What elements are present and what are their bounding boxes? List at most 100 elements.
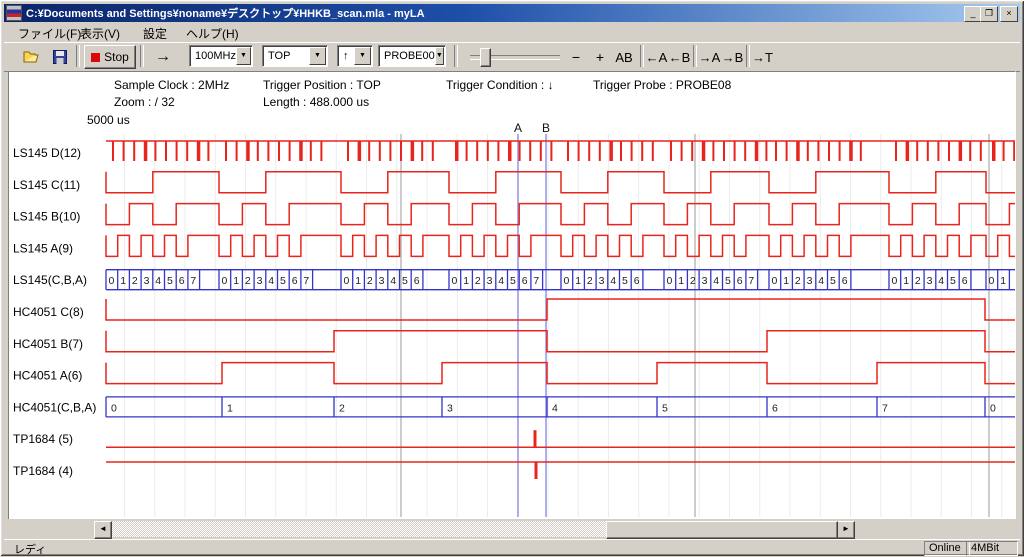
channel-label-9: TP1684 (5) <box>13 432 73 446</box>
bus-value: 3 <box>807 275 813 287</box>
strobe-tick <box>540 141 542 161</box>
waveform-trace-7 <box>106 363 1015 384</box>
bus-value: 4 <box>268 275 274 287</box>
strobe-tick <box>455 141 459 161</box>
strobe-tick <box>980 141 982 161</box>
bus-value: 0 <box>344 275 350 287</box>
bus-value: 5 <box>167 275 173 287</box>
waveform-display[interactable]: LS145 D(12)LS145 C(11)LS145 B(10)LS145 A… <box>9 114 1015 520</box>
strobe-tick <box>712 141 714 161</box>
strobe-tick <box>937 141 939 161</box>
strobe-tick <box>1003 141 1005 161</box>
strobe-tick <box>588 141 590 161</box>
bus-value: 1 <box>227 402 233 414</box>
bus-value: 0 <box>990 402 996 414</box>
bus-value: 3 <box>702 275 708 287</box>
bus-value: 2 <box>132 275 138 287</box>
horizontal-scrollbar[interactable]: ◄ ► <box>94 521 854 537</box>
dropdown-arrow-icon[interactable]: ▼ <box>309 47 326 65</box>
zoom-info: Zoom : / 32 <box>114 95 175 109</box>
bus-value: 7 <box>533 275 539 287</box>
trigger-probe-combo[interactable]: PROBE00 ▼ <box>378 45 446 67</box>
maximize-button[interactable]: ❐ <box>980 6 998 22</box>
menu-item-3[interactable]: ヘルプ(H) <box>182 24 243 43</box>
goto-trigger-button[interactable]: →T <box>750 45 775 69</box>
waveform-trace-3 <box>106 235 1015 256</box>
bus-value: 0 <box>989 275 995 287</box>
menu-item-2[interactable]: 設定 <box>139 24 171 43</box>
single-run-button[interactable]: → <box>148 45 178 69</box>
channel-label-3: LS145 A(9) <box>13 241 73 255</box>
strobe-tick <box>347 141 349 161</box>
sample-clock-combo[interactable]: 100MHz ▼ <box>189 45 253 67</box>
length-info: Length : 488.000 us <box>263 95 369 109</box>
strobe-tick <box>652 141 654 161</box>
strobe-tick <box>550 141 552 161</box>
strobe-tick <box>197 141 201 161</box>
bus-value: 2 <box>690 275 696 287</box>
dropdown-arrow-icon[interactable]: ▼ <box>236 47 251 65</box>
menu-item-0[interactable]: ファイル(F) <box>14 24 85 43</box>
strobe-tick <box>786 141 788 161</box>
set-a-cursor-button[interactable]: ←A <box>644 45 669 69</box>
bus-value: 2 <box>339 402 345 414</box>
bus-value: 3 <box>599 275 605 287</box>
strobe-tick <box>578 141 580 161</box>
save-file-button[interactable] <box>46 45 74 69</box>
dropdown-arrow-icon[interactable]: ▼ <box>435 47 444 65</box>
bus-value: 5 <box>402 275 408 287</box>
strobe-tick <box>487 141 489 161</box>
title-bar[interactable]: C:¥Documents and Settings¥noname¥デスクトップ¥… <box>4 4 1020 22</box>
goto-b-cursor-button[interactable]: →B <box>720 45 745 69</box>
strobe-tick <box>207 141 209 161</box>
strobe-tick <box>123 141 125 161</box>
strobe-tick <box>702 141 706 161</box>
zoom-out-button[interactable]: − <box>566 45 586 69</box>
dropdown-arrow-icon[interactable]: ▼ <box>354 47 371 65</box>
menu-item-1[interactable]: 表示(V) <box>76 24 124 43</box>
channel-label-8: HC4051(C,B,A) <box>13 400 96 414</box>
bus-value: 2 <box>915 275 921 287</box>
zoom-slider-handle[interactable] <box>480 48 491 67</box>
bus-value: 4 <box>610 275 616 287</box>
stop-button[interactable]: Stop <box>84 45 136 69</box>
scroll-strip: ◄ ► <box>8 519 1016 538</box>
bus-value: 3 <box>447 402 453 414</box>
close-button[interactable]: × <box>1000 6 1018 22</box>
strobe-tick <box>154 141 156 161</box>
scroll-left-arrow-icon[interactable]: ◄ <box>94 521 112 539</box>
trigger-position-combo[interactable]: TOP ▼ <box>262 45 328 67</box>
stop-icon <box>91 53 100 62</box>
scroll-right-arrow-icon[interactable]: ► <box>837 521 855 539</box>
zoom-in-button[interactable]: + <box>590 45 610 69</box>
toolbar-separator <box>140 45 144 67</box>
strobe-tick <box>992 141 996 161</box>
strobe-tick <box>775 141 777 161</box>
sample-clock-value: 100MHz <box>195 50 236 62</box>
trigger-edge-combo[interactable]: ↑ ▼ <box>337 45 373 67</box>
toolbar: Stop → 100MHz ▼ TOP ▼ ↑ ▼ PROBE00 ▼ − + … <box>4 42 1020 72</box>
app-icon[interactable] <box>6 5 22 21</box>
waveform-panel: Sample Clock : 2MHz Trigger Position : T… <box>8 71 1016 521</box>
goto-a-cursor-button[interactable]: →A <box>697 45 722 69</box>
strobe-tick <box>631 141 633 161</box>
strobe-tick <box>497 141 499 161</box>
strobe-tick <box>906 141 910 161</box>
status-online-badge: Online <box>924 541 970 556</box>
bus-value: 4 <box>818 275 824 287</box>
strobe-tick <box>807 141 809 161</box>
bus-value: 3 <box>379 275 385 287</box>
bus-value: 6 <box>737 275 743 287</box>
ab-range-button[interactable]: AB <box>610 45 638 69</box>
scrollbar-thumb[interactable] <box>606 521 838 539</box>
strobe-tick <box>289 141 291 161</box>
trigger-probe-value: PROBE00 <box>384 50 435 62</box>
bus-value: 0 <box>222 275 228 287</box>
strobe-tick <box>948 141 950 161</box>
strobe-tick <box>246 141 250 161</box>
set-b-cursor-button[interactable]: ←B <box>667 45 692 69</box>
open-file-button[interactable] <box>18 45 46 69</box>
strobe-tick <box>567 141 569 161</box>
strobe-tick <box>476 141 478 161</box>
bus-value: 4 <box>155 275 161 287</box>
